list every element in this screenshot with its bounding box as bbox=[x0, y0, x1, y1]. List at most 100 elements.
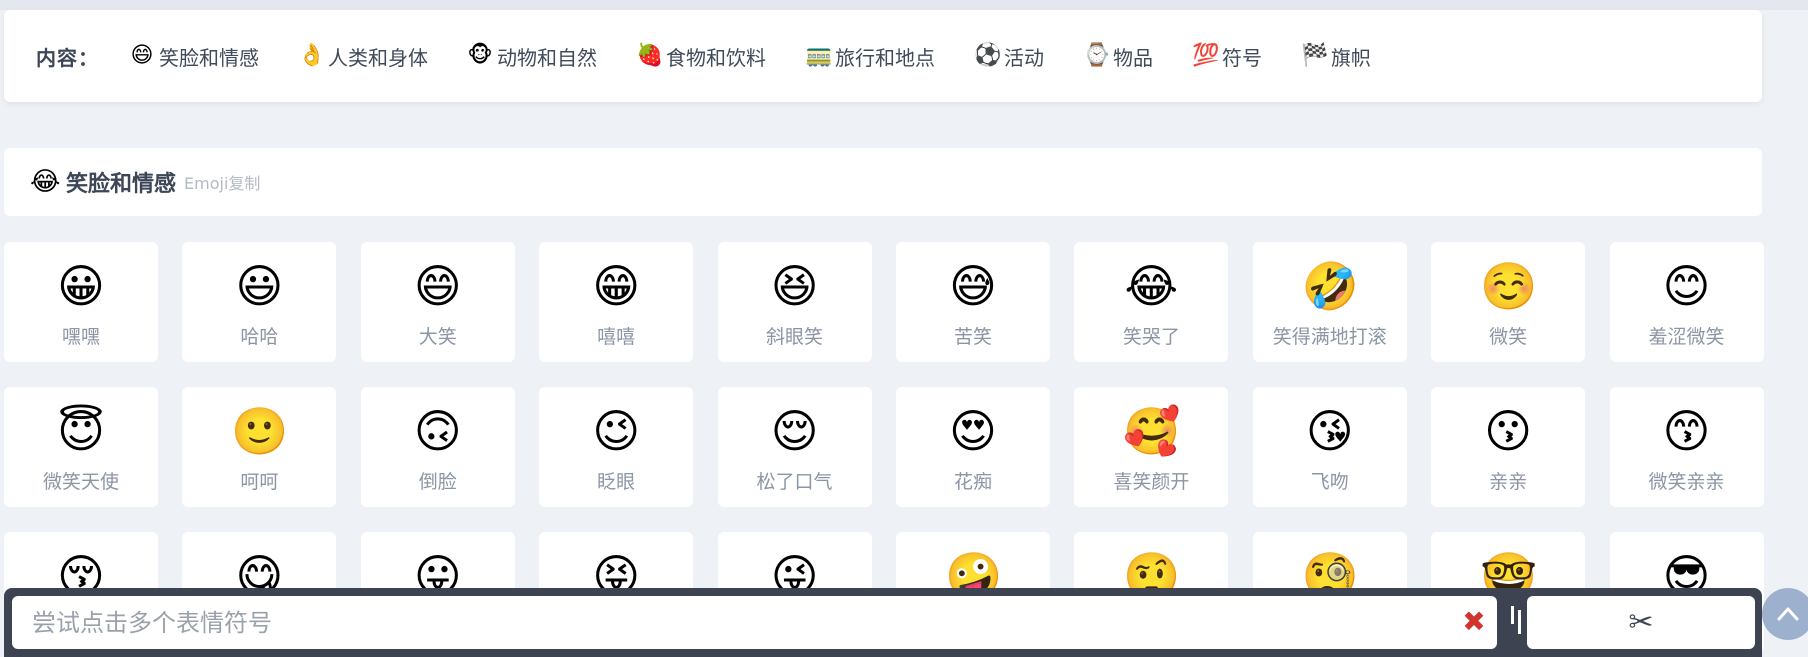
emoji-label: 亲亲 bbox=[1489, 471, 1528, 493]
emoji-label: 嘻嘻 bbox=[597, 326, 636, 348]
nav-item-5[interactable]: ⚽ 活动 bbox=[974, 42, 1044, 71]
emoji-glyph: 🤣 bbox=[1301, 259, 1360, 313]
grinning-face-icon: 😄 bbox=[130, 43, 154, 68]
emoji-glyph: 😀 bbox=[57, 259, 105, 313]
emoji-copy-input[interactable] bbox=[12, 596, 1497, 649]
section-title: 笑脸和情感 bbox=[66, 172, 177, 197]
emoji-tile[interactable]: 😁 嘻嘻 bbox=[539, 242, 694, 362]
nav-item-2[interactable]: 🐵 动物和自然 bbox=[467, 42, 597, 71]
emoji-tile[interactable]: 🙂 呵呵 bbox=[182, 387, 337, 507]
emoji-tile[interactable]: 😗 亲亲 bbox=[1431, 387, 1586, 507]
emoji-tile[interactable]: 😄 大笑 bbox=[360, 242, 515, 362]
emoji-glyph: 🙂 bbox=[231, 404, 289, 458]
copy-bar: ✖ ✂ bbox=[4, 588, 1762, 657]
emoji-glyph: 😍 bbox=[948, 404, 997, 458]
nav-item-6[interactable]: ⌚ 物品 bbox=[1083, 42, 1153, 71]
emoji-tile[interactable]: 😉 眨眼 bbox=[539, 387, 694, 507]
emoji-glyph: 😄 bbox=[413, 259, 462, 313]
emoji-tile[interactable]: 🙃 倒脸 bbox=[360, 387, 515, 507]
emoji-glyph: 🙃 bbox=[413, 404, 462, 458]
emoji-label: 眨眼 bbox=[597, 471, 636, 493]
emoji-glyph: 😃 bbox=[235, 259, 284, 313]
emoji-label: 笑哭了 bbox=[1122, 326, 1180, 348]
emoji-tile[interactable]: 😍 花痴 bbox=[895, 387, 1050, 507]
emoji-glyph: 😅 bbox=[948, 259, 997, 313]
face-with-tears-of-joy-icon: 😂 bbox=[30, 167, 61, 197]
emoji-glyph: 😗 bbox=[1484, 404, 1533, 458]
emoji-label: 花痴 bbox=[953, 471, 992, 493]
emoji-glyph: 😙 bbox=[1662, 404, 1711, 458]
emoji-glyph: 😆 bbox=[770, 259, 819, 313]
soccer-ball-icon: ⚽ bbox=[974, 43, 1002, 68]
nav-item-1[interactable]: 👌 人类和身体 bbox=[298, 42, 428, 71]
chevron-up-icon bbox=[1777, 607, 1799, 621]
emoji-glyph: 🥰 bbox=[1123, 404, 1181, 458]
emoji-glyph: 😇 bbox=[57, 404, 105, 458]
emoji-glyph: 😂 bbox=[1124, 259, 1179, 313]
strawberry-icon: 🍓 bbox=[636, 43, 664, 68]
emoji-label: 嘿嘿 bbox=[61, 326, 100, 348]
separator-icon bbox=[1507, 606, 1525, 638]
nav-item-label: 活动 bbox=[1004, 45, 1044, 70]
emoji-label: 笑得满地打滚 bbox=[1272, 326, 1387, 348]
nav-item-label: 旗帜 bbox=[1331, 45, 1371, 70]
scissors-icon: ✂ bbox=[1628, 605, 1654, 640]
emoji-label: 微笑亲亲 bbox=[1648, 471, 1725, 493]
emoji-tile[interactable]: 🤣 笑得满地打滚 bbox=[1252, 242, 1407, 362]
nav-item-label: 动物和自然 bbox=[497, 45, 597, 70]
emoji-tile[interactable]: ☺️ 微笑 bbox=[1431, 242, 1586, 362]
emoji-label: 呵呵 bbox=[240, 471, 279, 493]
copy-button[interactable]: ✂ bbox=[1527, 596, 1755, 649]
nav-item-label: 物品 bbox=[1113, 45, 1153, 70]
nav-label: 内容： bbox=[36, 45, 99, 70]
emoji-tile[interactable]: 😅 苦笑 bbox=[895, 242, 1050, 362]
back-to-top-button[interactable] bbox=[1762, 588, 1808, 640]
clear-button[interactable]: ✖ bbox=[1456, 602, 1492, 642]
emoji-label: 飞吻 bbox=[1310, 471, 1349, 493]
category-nav: 内容： 😄 笑脸和情感 👌 人类和身体 🐵 动物和自然 🍓 食物和饮料 🚃 旅行和地点 ⚽ 活动 ⌚ 物品… bbox=[4, 10, 1762, 102]
emoji-label: 微笑天使 bbox=[42, 471, 119, 493]
emoji-label: 喜笑颜开 bbox=[1113, 471, 1190, 493]
emoji-label: 松了口气 bbox=[756, 471, 833, 493]
emoji-label: 倒脸 bbox=[418, 471, 457, 493]
emoji-label: 羞涩微笑 bbox=[1648, 326, 1725, 348]
nav-items: 😄 笑脸和情感 👌 人类和身体 🐵 动物和自然 🍓 食物和饮料 🚃 旅行和地点 ⚽ 活动 ⌚ 物品 💯 符号 🏁… bbox=[129, 42, 1410, 71]
nav-item-7[interactable]: 💯 符号 bbox=[1192, 42, 1262, 71]
emoji-glyph: 😘 bbox=[1305, 404, 1354, 458]
watch-icon: ⌚ bbox=[1083, 43, 1111, 68]
nav-item-0[interactable]: 😄 笑脸和情感 bbox=[129, 42, 259, 71]
emoji-tile[interactable]: 😊 羞涩微笑 bbox=[1609, 242, 1764, 362]
nav-item-3[interactable]: 🍓 食物和饮料 bbox=[636, 42, 766, 71]
hundred-points-icon: 💯 bbox=[1192, 43, 1220, 68]
emoji-label: 微笑 bbox=[1489, 326, 1528, 348]
section-header: 😂 笑脸和情感 Emoji复制 bbox=[4, 148, 1762, 216]
emoji-tile[interactable]: 🥰 喜笑颜开 bbox=[1074, 387, 1229, 507]
emoji-tile[interactable]: 😘 飞吻 bbox=[1252, 387, 1407, 507]
nav-item-label: 食物和饮料 bbox=[666, 45, 766, 70]
emoji-label: 大笑 bbox=[418, 326, 457, 348]
close-icon: ✖ bbox=[1462, 605, 1486, 638]
nav-item-8[interactable]: 🏁 旗帜 bbox=[1301, 42, 1371, 71]
nav-item-4[interactable]: 🚃 旅行和地点 bbox=[805, 42, 935, 71]
emoji-tile[interactable]: 😆 斜眼笑 bbox=[717, 242, 872, 362]
emoji-label: 苦笑 bbox=[953, 326, 992, 348]
checkered-flag-icon: 🏁 bbox=[1301, 43, 1329, 68]
emoji-tile[interactable]: 😃 哈哈 bbox=[182, 242, 337, 362]
emoji-glyph: 😁 bbox=[592, 259, 641, 313]
nav-item-label: 笑脸和情感 bbox=[159, 45, 259, 70]
ok-hand-icon: 👌 bbox=[298, 43, 326, 68]
nav-item-label: 人类和身体 bbox=[328, 45, 428, 70]
emoji-glyph: ☺️ bbox=[1480, 259, 1538, 313]
nav-item-label: 符号 bbox=[1222, 45, 1262, 70]
emoji-glyph: 😉 bbox=[592, 404, 641, 458]
emoji-tile[interactable]: 😂 笑哭了 bbox=[1074, 242, 1229, 362]
emoji-glyph: 😊 bbox=[1662, 259, 1711, 313]
emoji-tile[interactable]: 😙 微笑亲亲 bbox=[1609, 387, 1764, 507]
nav-item-label: 旅行和地点 bbox=[835, 45, 935, 70]
emoji-tile[interactable]: 😌 松了口气 bbox=[717, 387, 872, 507]
emoji-label: 哈哈 bbox=[240, 326, 279, 348]
emoji-tile[interactable]: 😇 微笑天使 bbox=[4, 387, 158, 507]
monkey-face-icon: 🐵 bbox=[467, 43, 493, 68]
emoji-tile[interactable]: 😀 嘿嘿 bbox=[4, 242, 158, 362]
emoji-glyph: 😌 bbox=[770, 404, 819, 458]
